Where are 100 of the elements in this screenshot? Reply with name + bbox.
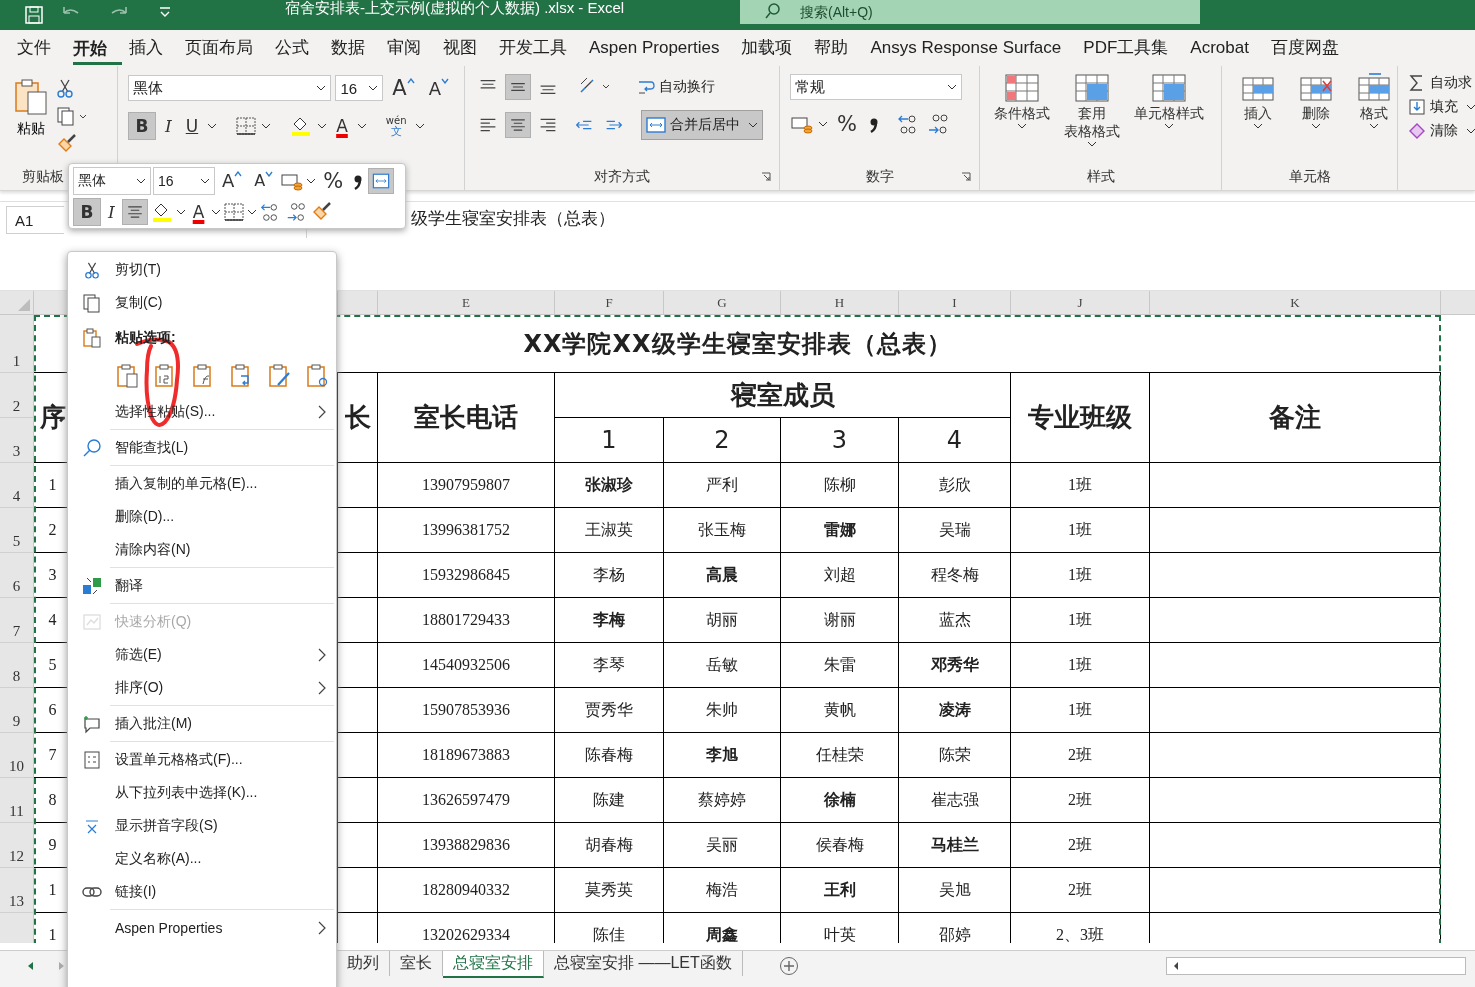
ribbon-tab[interactable]: 数据 — [331, 33, 380, 63]
column-header[interactable]: G — [664, 291, 781, 314]
shrink-font-button[interactable]: A — [249, 166, 279, 195]
editing-button[interactable]: 自动求 — [1408, 74, 1475, 92]
row-header[interactable]: 10 — [0, 733, 34, 778]
row-header[interactable]: 9 — [0, 688, 34, 733]
italic-button[interactable]: I — [103, 197, 120, 226]
scissors-icon[interactable] — [56, 78, 74, 98]
ribbon-tab[interactable]: 插入 — [129, 33, 178, 63]
dropdown-icon[interactable] — [175, 207, 186, 216]
previous-sheet-icon[interactable] — [26, 961, 36, 971]
merge-center-button[interactable]: 合并后居中 — [641, 110, 763, 140]
search-field[interactable]: 搜索(Alt+Q) — [740, 0, 1200, 24]
sheet-tab[interactable]: 总寝室安排 — [443, 951, 544, 978]
cells-button[interactable]: 删除 — [1290, 72, 1342, 130]
name-box[interactable]: A1 — [6, 206, 64, 234]
editing-button[interactable]: 填充 — [1408, 98, 1475, 116]
dropdown-icon[interactable] — [261, 122, 272, 130]
ribbon-tab[interactable]: Ansys Response Surface — [870, 33, 1077, 63]
ribbon-tab[interactable]: 审阅 — [387, 33, 436, 63]
borders-icon[interactable] — [235, 116, 258, 136]
menu-item[interactable]: Aspen Properties — [68, 911, 336, 944]
add-sheet-icon[interactable] — [778, 956, 799, 976]
cells-button[interactable]: 插入 — [1232, 72, 1284, 130]
underline-button[interactable]: U — [180, 112, 204, 140]
percent-button[interactable]: % — [318, 166, 349, 195]
row-header[interactable]: 4 — [0, 463, 34, 508]
dropdown-icon[interactable] — [415, 122, 426, 130]
dialog-launcher-icon[interactable] — [761, 172, 771, 182]
editing-button[interactable]: 清除 — [1408, 122, 1475, 140]
row-header[interactable]: 8 — [0, 643, 34, 688]
ribbon-tab[interactable]: 文件 — [17, 33, 66, 63]
number-format-field[interactable]: 常规 — [790, 74, 962, 100]
align-center-icon[interactable] — [505, 112, 531, 138]
ribbon-tab[interactable]: Acrobat — [1190, 33, 1264, 63]
paste-option-icon[interactable] — [267, 363, 293, 389]
align-middle-icon[interactable] — [505, 74, 531, 100]
font-name-field[interactable]: 黑体 — [128, 75, 332, 101]
dropdown-icon[interactable] — [211, 207, 222, 216]
font-color-button[interactable]: A — [331, 112, 353, 140]
ribbon-tab[interactable]: 页面布局 — [185, 33, 268, 63]
row-header[interactable]: 7 — [0, 598, 34, 643]
row-header[interactable]: 12 — [0, 823, 34, 868]
row-header[interactable]: 1 — [0, 315, 34, 373]
paste-button[interactable]: 粘贴 — [14, 74, 48, 154]
dropdown-icon[interactable] — [306, 176, 317, 185]
font-color-button[interactable]: A — [187, 197, 210, 226]
font-name-field[interactable]: 黑体 — [73, 166, 151, 195]
row-header[interactable]: 2 — [0, 373, 34, 418]
paste-option-icon[interactable] — [115, 363, 141, 389]
style-button[interactable]: 单元格样式 — [1130, 72, 1208, 148]
style-button[interactable]: 条件格式 — [990, 72, 1054, 148]
sheet-tab[interactable]: 总寝室安排 ——LET函数 — [544, 951, 743, 976]
row-header[interactable]: 11 — [0, 778, 34, 823]
row-header[interactable]: 5 — [0, 508, 34, 553]
horizontal-scrollbar[interactable] — [1166, 957, 1466, 975]
dropdown-icon[interactable] — [356, 122, 367, 130]
format-painter-icon[interactable] — [56, 134, 78, 154]
bold-button[interactable]: B — [128, 112, 156, 140]
column-header[interactable]: E — [378, 291, 555, 314]
grow-font-button[interactable]: A — [217, 166, 248, 195]
ribbon-tab[interactable]: PDF工具集 — [1083, 33, 1184, 63]
customize-icon[interactable] — [158, 5, 172, 19]
formula-field[interactable]: 级学生寝室安排表（总表） — [411, 209, 615, 228]
bold-button[interactable]: B — [73, 197, 101, 226]
grow-font-button[interactable]: A — [387, 74, 420, 102]
row-header[interactable]: 13 — [0, 868, 34, 913]
cells-button[interactable]: 格式 — [1348, 72, 1400, 130]
dropdown-icon[interactable] — [247, 207, 258, 216]
ribbon-tab[interactable]: 视图 — [443, 33, 492, 63]
dialog-launcher-icon[interactable] — [961, 172, 971, 182]
row-header[interactable]: 6 — [0, 553, 34, 598]
column-header[interactable]: H — [781, 291, 899, 314]
menu-item[interactable]: 剪切(T) — [68, 253, 336, 286]
column-header[interactable]: K — [1150, 291, 1441, 314]
ribbon-tab[interactable]: 加载项 — [741, 33, 808, 63]
wrap-text-button[interactable]: 自动换行 — [631, 77, 721, 97]
font-size-field[interactable]: 16 — [335, 75, 384, 101]
ribbon-tab[interactable]: 公式 — [275, 33, 324, 63]
column-header[interactable]: F — [555, 291, 664, 314]
ribbon-tab[interactable]: 帮助 — [814, 33, 864, 63]
copy-icon[interactable] — [56, 106, 88, 126]
merge-icon[interactable] — [368, 167, 395, 194]
dropdown-icon[interactable] — [207, 122, 218, 130]
column-header[interactable]: I — [899, 291, 1011, 314]
dropdown-icon[interactable] — [818, 120, 828, 128]
align-center-icon[interactable] — [121, 198, 148, 225]
percent-button[interactable]: % — [832, 110, 862, 138]
style-button[interactable]: 套用 表格格式 — [1060, 72, 1124, 148]
ribbon-tab[interactable]: 开发工具 — [499, 33, 582, 63]
column-header[interactable]: J — [1011, 291, 1150, 314]
ribbon-tab[interactable]: Aspen Properties — [589, 33, 735, 63]
format-painter-icon[interactable] — [311, 201, 334, 222]
ribbon-tab[interactable]: 百度网盘 — [1270, 33, 1354, 63]
font-size-field[interactable]: 16 — [153, 166, 215, 195]
borders-icon[interactable] — [223, 201, 246, 222]
save-icon[interactable] — [24, 5, 44, 25]
italic-button[interactable]: I — [160, 112, 177, 140]
row-header[interactable]: 3 — [0, 418, 34, 463]
phonetic-button[interactable]: wén 文 — [380, 112, 412, 140]
